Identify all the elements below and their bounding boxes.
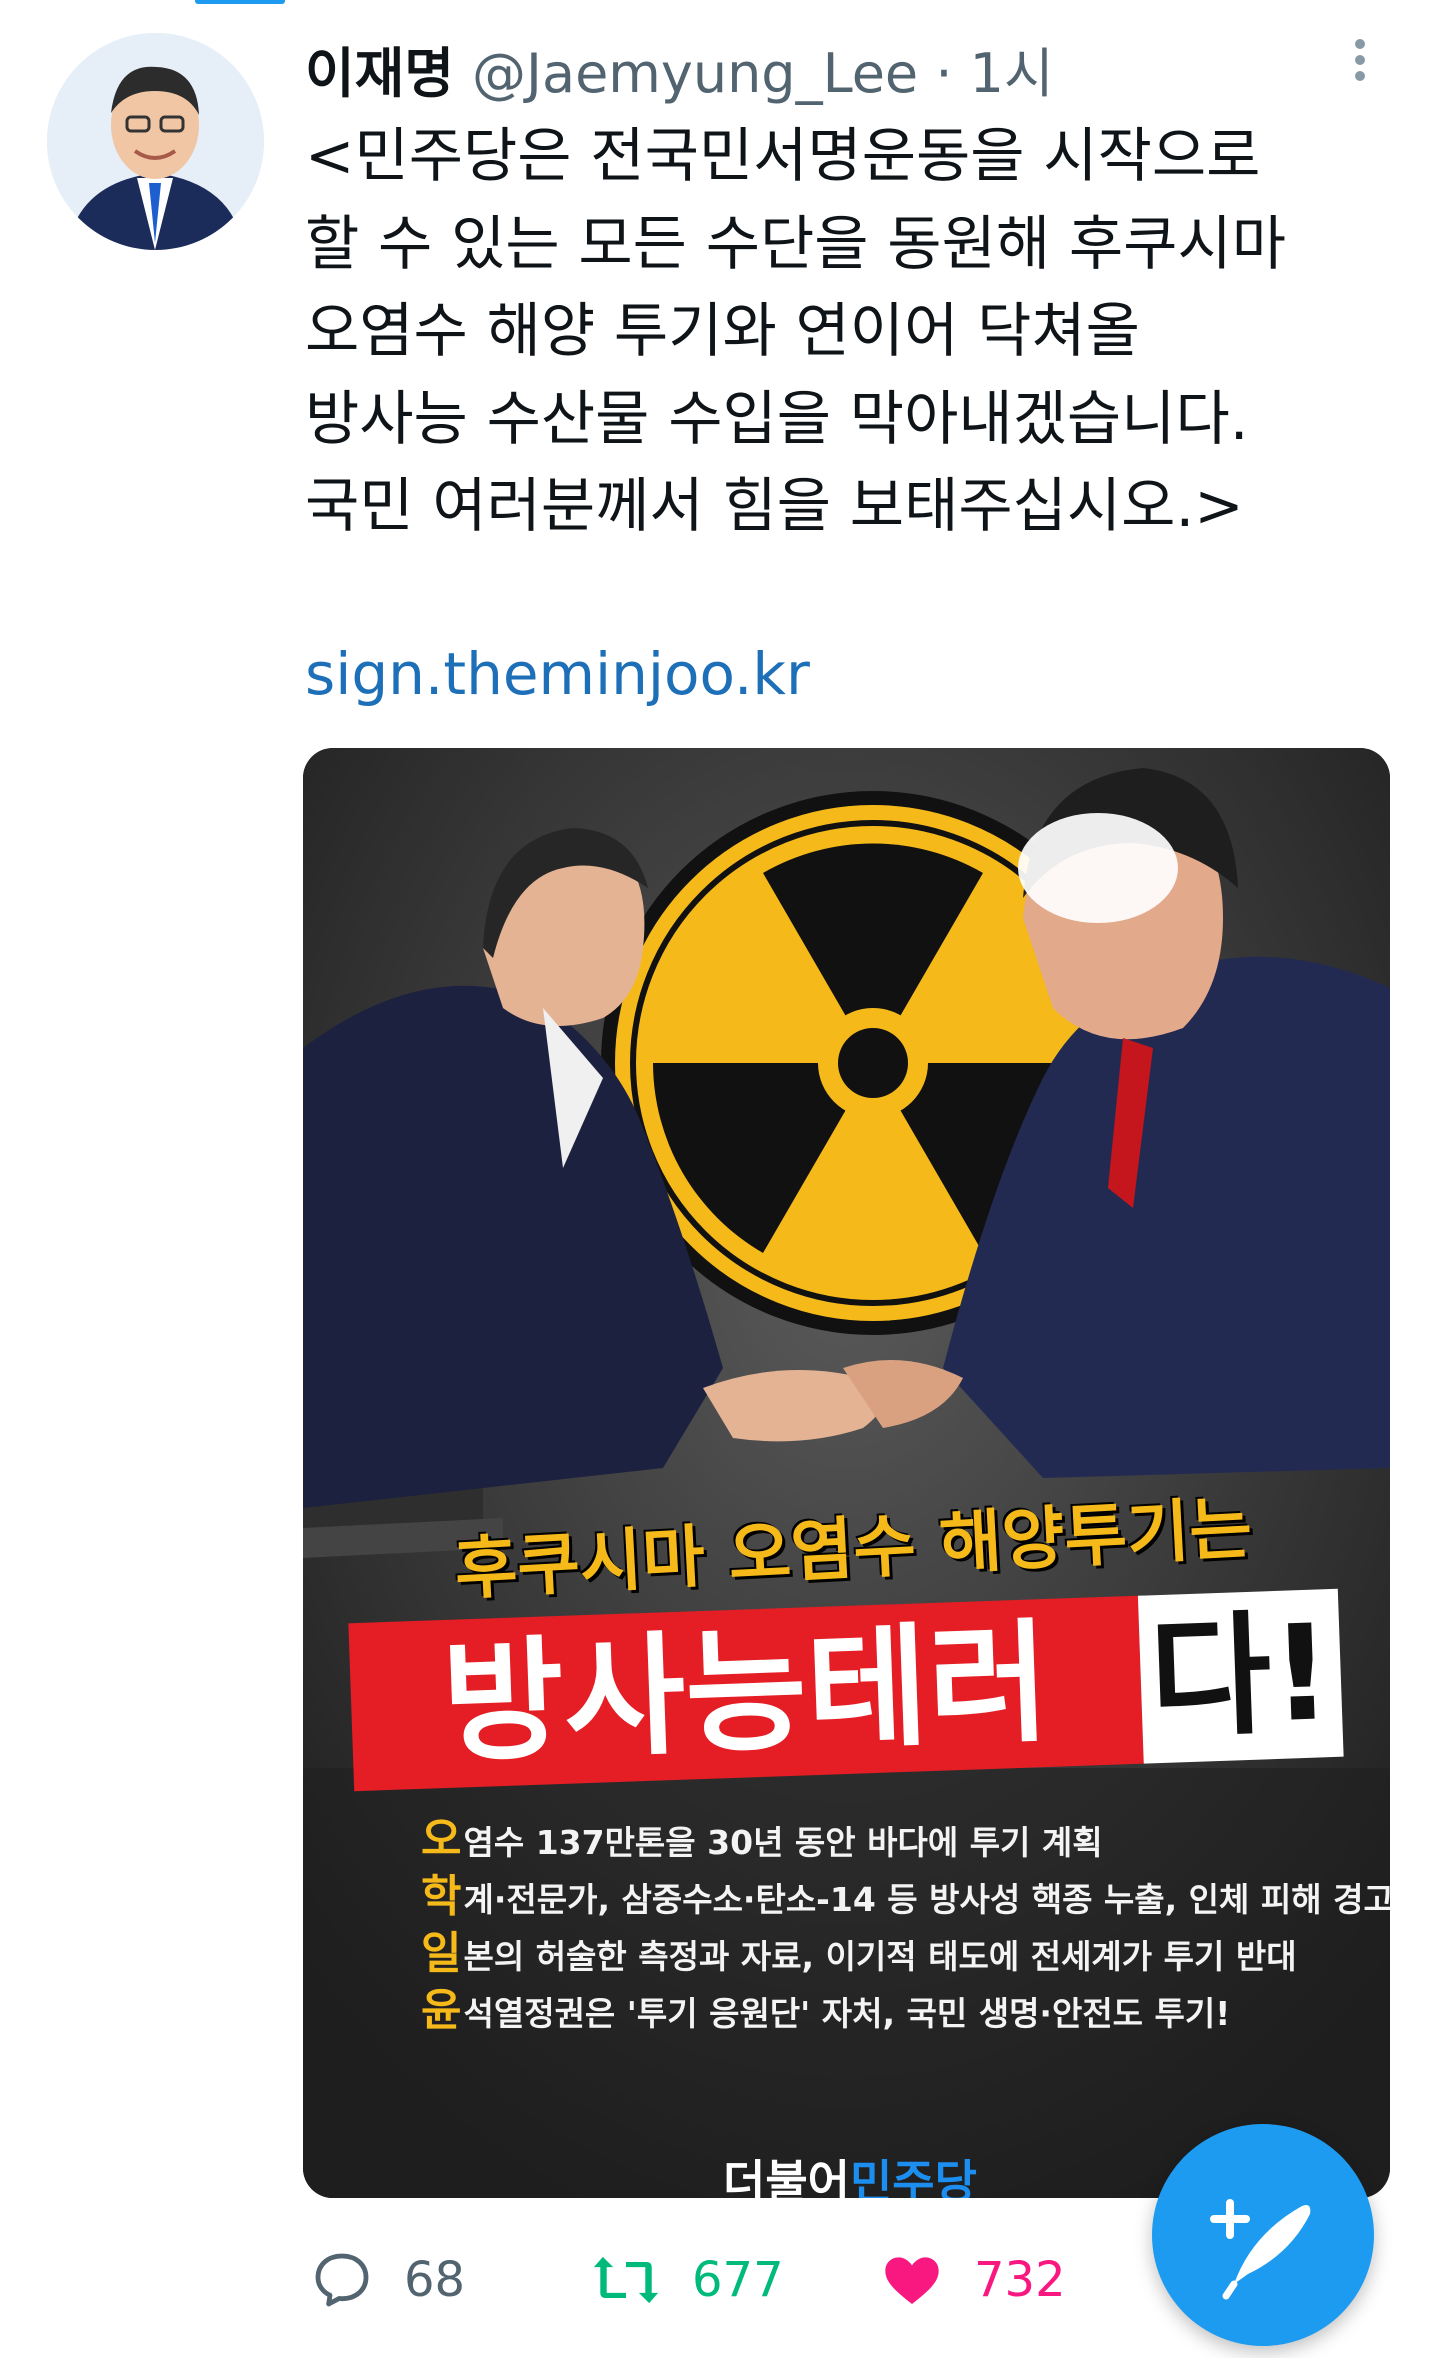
poster-headline-red: 방사능테러 [348,1595,1144,1792]
poster-headline-main: 방사능테러 다! [348,1588,1344,1792]
party-logo-prefix: 더불어 [723,2155,850,2198]
like-button[interactable]: 732 [880,2240,1066,2320]
tweet-text-line: <민주당은 전국민서명운동을 시작으로 [305,121,1261,190]
poster-point-initial: 학 [421,1871,462,1922]
retweet-button[interactable]: 677 [590,2240,784,2320]
tweet-link[interactable]: sign.theminjoo.kr [305,640,810,708]
poster-point-text: 석열정권은 '투기 응원단' 자처, 국민 생명·안전도 투기! [463,1994,1231,2033]
tweet-media-image[interactable]: 후쿠시마 오염수 해양투기는 방사능테러 다! 오염수 137만톤을 30년 동… [303,748,1390,2198]
poster-point-text: 염수 137만톤을 30년 동안 바다에 투기 계획 [463,1823,1103,1862]
poster-point-initial: 윤 [421,1985,462,2036]
poster-point-initial: 일 [421,1928,462,1979]
reply-count: 68 [404,2252,466,2308]
tweet-text-line: 국민 여러분께서 힘을 보태주십시오.> [305,471,1244,540]
tweet-header: 이재명 @Jaemyung_Lee · 1시 [305,28,1345,108]
retweet-count: 677 [692,2252,784,2308]
poster-point-initial: 오 [421,1814,462,1865]
tweet-text-line: 할 수 있는 모든 수단을 동원해 후쿠시마 [305,208,1287,278]
handle-and-time[interactable]: @Jaemyung_Lee · 1시 [472,29,1054,108]
compose-tweet-button[interactable] [1152,2124,1374,2346]
display-name[interactable]: 이재명 [305,29,454,108]
poster-point: 오염수 137만톤을 30년 동안 바다에 투기 계획 [421,1803,1103,1867]
reply-button[interactable]: 68 [310,2240,465,2320]
tweet[interactable]: 이재명 @Jaemyung_Lee · 1시 <민주당은 전국민서명운동을 시작… [0,0,1437,2358]
avatar[interactable] [47,33,264,250]
poster-point-text: 본의 허술한 측정과 자료, 이기적 태도에 전세계가 투기 반대 [463,1937,1297,1976]
poster-point: 일본의 허술한 측정과 자료, 이기적 태도에 전세계가 투기 반대 [421,1917,1297,1981]
like-count: 732 [974,2252,1066,2308]
compose-tweet-icon [1210,2199,1311,2300]
heart-icon [885,2257,939,2304]
poster-point: 학계·전문가, 삼중수소·탄소-14 등 방사성 핵종 누출, 인체 피해 경고 [421,1860,1390,1924]
reply-icon [315,2253,369,2307]
tweet-text: <민주당은 전국민서명운동을 시작으로 할 수 있는 모든 수단을 동원해 후쿠… [305,112,1415,550]
party-logo-name: 민주당 [849,2155,977,2198]
poster-point-text: 계·전문가, 삼중수소·탄소-14 등 방사성 핵종 누출, 인체 피해 경고 [463,1880,1390,1919]
party-logo: 더불어민주당 [723,2146,977,2198]
tweet-text-line: 오염수 해양 투기와 연이어 닥쳐올 [305,296,1140,365]
more-vertical-icon[interactable] [1340,32,1380,92]
poster-point: 윤석열정권은 '투기 응원단' 자처, 국민 생명·안전도 투기! [421,1974,1230,2038]
poster-headline-white: 다! [1137,1588,1344,1764]
tweet-text-line: 방사능 수산물 수입을 막아내겠습니다. [305,383,1249,453]
tweet-actions: 68 677 732 [305,2240,1205,2320]
retweet-icon [593,2256,659,2304]
